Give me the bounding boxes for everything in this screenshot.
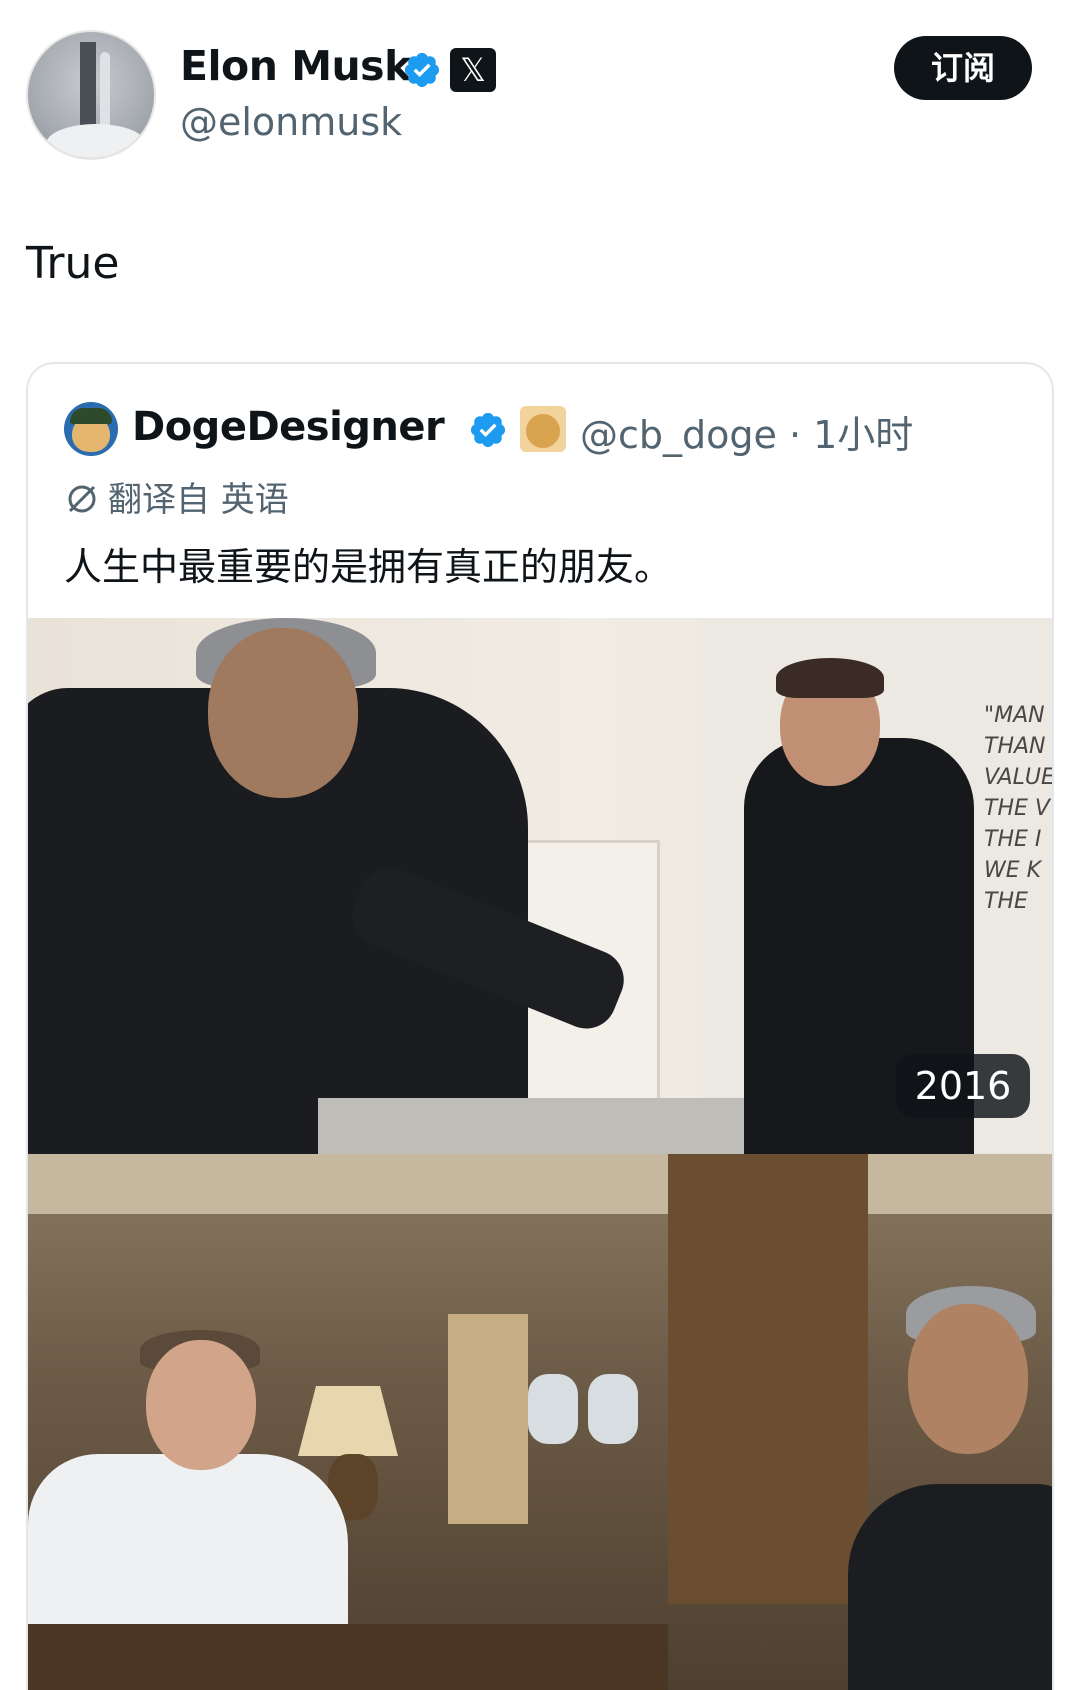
quoted-tweet-media[interactable]: "MAN H THAN VALUE THE V THE I WE K THE 2… bbox=[28, 618, 1054, 1690]
quoted-author-avatar[interactable] bbox=[64, 402, 118, 456]
translation-note[interactable]: 翻译自 英语 bbox=[64, 472, 289, 521]
photo2-ceiling bbox=[28, 1154, 1052, 1214]
translation-note-label: 翻译自 英语 bbox=[108, 480, 289, 520]
photo2-desk bbox=[28, 1624, 668, 1690]
author-avatar[interactable] bbox=[26, 30, 156, 160]
photo2-curtain bbox=[448, 1314, 528, 1524]
author-handle[interactable]: @elonmusk bbox=[180, 100, 402, 144]
quoted-author-name[interactable]: DogeDesigner bbox=[132, 404, 445, 450]
author-name[interactable]: Elon Musk bbox=[180, 42, 411, 90]
quoted-tweet-header: DogeDesigner @cb_doge · 1小时 bbox=[64, 402, 1052, 459]
tweet-header: Elon Musk 𝕏 @elonmusk 订阅 bbox=[0, 0, 1080, 190]
verified-badge-icon bbox=[404, 52, 440, 88]
photo2-person-right bbox=[848, 1484, 1052, 1690]
doge-affiliation-icon bbox=[520, 406, 566, 452]
photo2-person-left-head bbox=[146, 1340, 256, 1470]
avatar-rocket bbox=[100, 52, 110, 132]
doge-cap bbox=[70, 408, 112, 424]
photo2-cabinet bbox=[668, 1154, 868, 1604]
photo-airplane-cabin[interactable] bbox=[28, 1154, 1052, 1690]
quoted-handle-time[interactable]: @cb_doge · 1小时 bbox=[580, 404, 913, 459]
year-badge: 2016 bbox=[896, 1054, 1030, 1118]
verified-badge-icon bbox=[470, 412, 506, 448]
subscribe-button[interactable]: 订阅 bbox=[894, 36, 1032, 100]
doge-badge-face bbox=[526, 414, 560, 448]
photo2-window bbox=[588, 1374, 638, 1444]
x-affiliation-icon: 𝕏 bbox=[450, 48, 496, 92]
translate-icon bbox=[68, 485, 96, 513]
avatar-smoke bbox=[46, 124, 146, 158]
photo1-person-left-head bbox=[208, 628, 358, 798]
photo2-window bbox=[528, 1374, 578, 1444]
photo-2016[interactable]: "MAN H THAN VALUE THE V THE I WE K THE 2… bbox=[28, 618, 1054, 1154]
quoted-tweet-card[interactable]: DogeDesigner @cb_doge · 1小时 翻译自 英语 人生中最重… bbox=[26, 362, 1054, 1690]
photo2-lamp-shade bbox=[298, 1386, 398, 1456]
quoted-tweet-text: 人生中最重要的是拥有真正的朋友。 bbox=[64, 545, 673, 589]
photo1-wall-text: "MAN H THAN VALUE THE V THE I WE K THE bbox=[984, 703, 1054, 914]
tweet-text: True bbox=[26, 238, 120, 289]
photo1-person-right-hair bbox=[776, 658, 884, 698]
photo2-person-right-head bbox=[908, 1304, 1028, 1454]
